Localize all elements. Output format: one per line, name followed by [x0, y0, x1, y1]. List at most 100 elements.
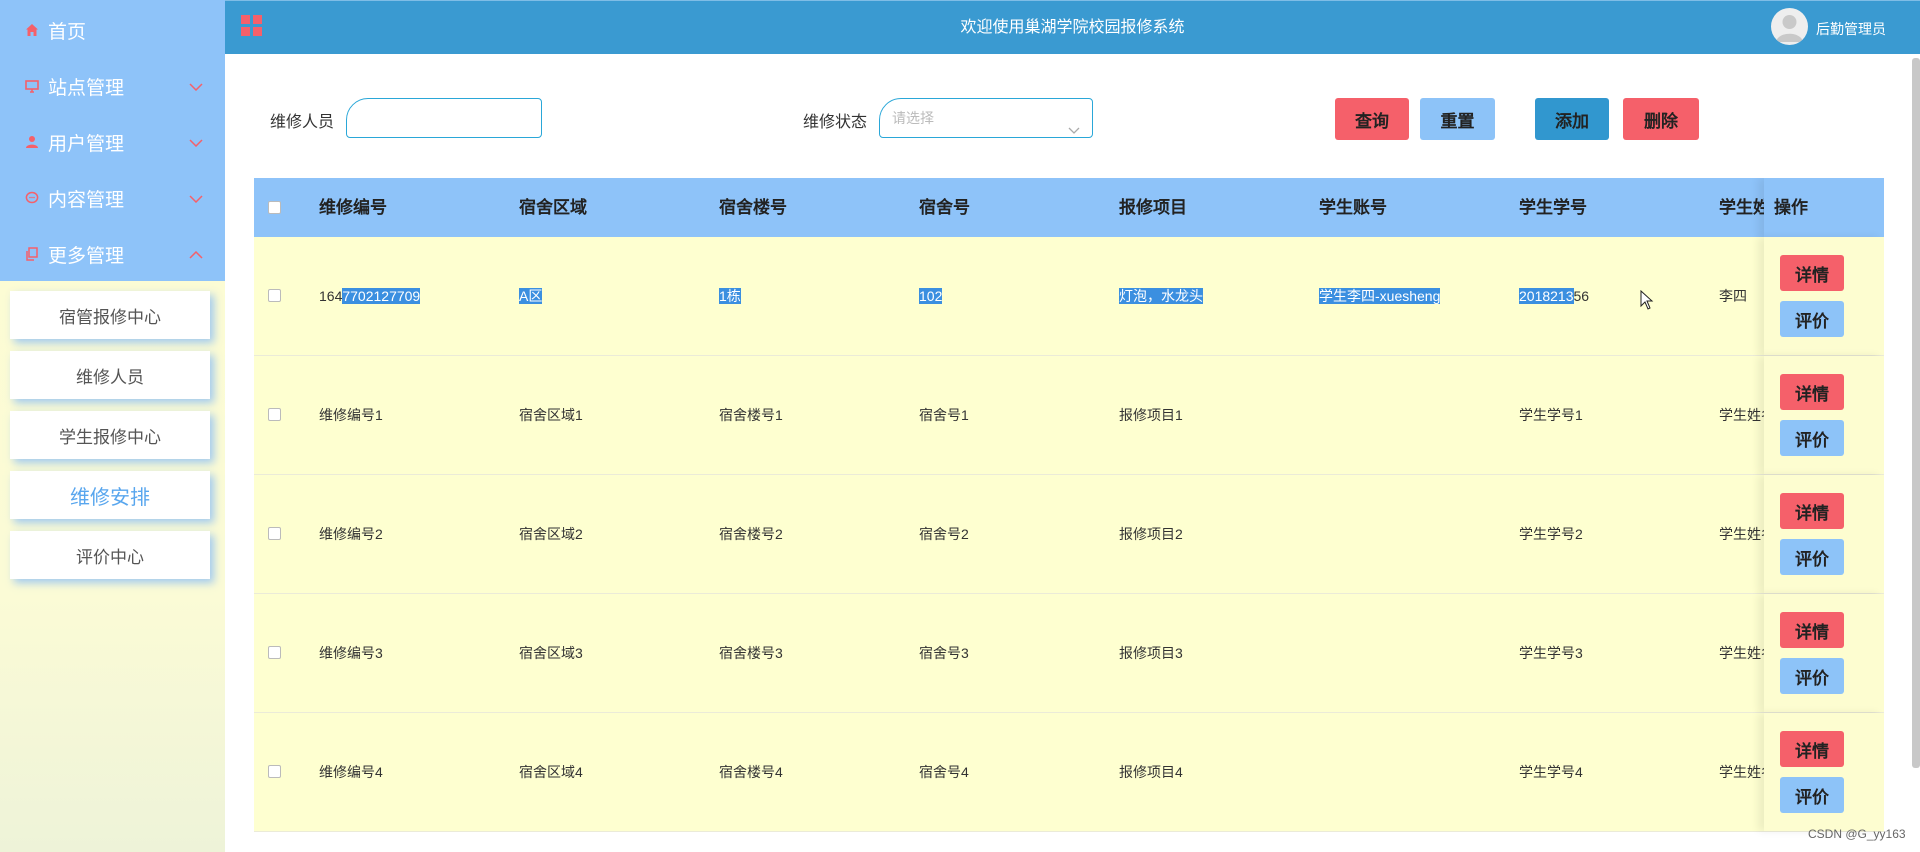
cell-dorm-area: 宿舍区域3	[519, 645, 583, 661]
menu-item-site[interactable]: 站点管理	[0, 58, 225, 114]
chevron-down-icon	[189, 75, 203, 97]
row-checkbox[interactable]	[268, 289, 281, 302]
cell-dorm-area: 宿舍区域2	[519, 526, 583, 542]
worker-search-input[interactable]	[346, 98, 542, 138]
cell-student-account-text: 学生李四-xuesheng	[1319, 288, 1441, 304]
top-header: 欢迎使用巢湖学院校园报修系统 后勤管理员	[225, 0, 1920, 54]
submenu-item-review-center[interactable]: 评价中心	[10, 531, 210, 579]
col-header-dorm-area[interactable]: 宿舍区域	[519, 178, 587, 237]
cell-dorm-area-text: A区	[519, 288, 543, 304]
status-select-placeholder: 请选择	[892, 110, 934, 126]
submenu-item-repair-schedule[interactable]: 维修安排	[10, 471, 210, 519]
col-header-repair-item[interactable]: 报修项目	[1119, 178, 1187, 237]
row-checkbox[interactable]	[268, 646, 281, 659]
sidebar-menu: 首页 站点管理 用户管理 内容管理 更多管理	[0, 0, 225, 281]
cell-room: 宿舍号2	[919, 526, 969, 542]
submenu-item-repair-workers[interactable]: 维修人员	[10, 351, 210, 399]
row-checkbox[interactable]	[268, 408, 281, 421]
row-ops: 详情 评价	[1764, 356, 1884, 474]
chevron-down-icon	[189, 187, 203, 209]
review-button[interactable]: 评价	[1780, 777, 1844, 813]
ops-column-header: 操作	[1764, 178, 1884, 237]
row-ops: 详情 评价	[1764, 237, 1884, 355]
table-body: 1647702127709 A区 1栋 102 灯泡，水龙头 学生李四-xues…	[254, 237, 1884, 832]
table-row[interactable]: 维修编号1 宿舍区域1 宿舍楼号1 宿舍号1 报修项目1 学生学号1 学生姓名1…	[254, 356, 1884, 475]
page-title: 欢迎使用巢湖学院校园报修系统	[960, 19, 1185, 36]
col-header-room[interactable]: 宿舍号	[919, 178, 970, 237]
cell-repair-id: 1647702127709	[319, 237, 421, 355]
cell-room: 102	[919, 237, 943, 355]
cell-student-no: 学生学号4	[1519, 764, 1583, 780]
cell-student-no-rest: 56	[1573, 288, 1590, 304]
detail-button[interactable]: 详情	[1780, 612, 1844, 648]
select-all-checkbox[interactable]	[268, 201, 281, 214]
menu-item-content[interactable]: 内容管理	[0, 170, 225, 226]
cell-repair-id-prefix: 164	[319, 288, 343, 304]
monitor-icon	[24, 78, 40, 94]
detail-button[interactable]: 详情	[1780, 374, 1844, 410]
menu-item-more[interactable]: 更多管理	[0, 226, 225, 282]
cell-repair-id-selected: 7702127709	[342, 288, 421, 304]
col-header-student-name[interactable]: 学生姓	[1719, 178, 1770, 237]
submenu-item-dorm-repair-center[interactable]: 宿管报修中心	[10, 291, 210, 339]
cell-repair-item: 报修项目2	[1119, 526, 1183, 542]
cell-student-no: 学生学号1	[1519, 407, 1583, 423]
status-label: 维修状态	[803, 114, 868, 131]
cell-building: 宿舍楼号1	[719, 407, 783, 423]
cell-dorm-area: 宿舍区域4	[519, 764, 583, 780]
chevron-up-icon	[189, 243, 203, 265]
cell-dorm-area: A区	[519, 237, 543, 355]
detail-button[interactable]: 详情	[1780, 255, 1844, 291]
cell-building: 宿舍楼号4	[719, 764, 783, 780]
col-header-student-account[interactable]: 学生账号	[1319, 178, 1387, 237]
cell-building-text: 1栋	[719, 288, 741, 304]
cell-repair-item: 报修项目3	[1119, 645, 1183, 661]
reset-button[interactable]: 重置	[1420, 98, 1495, 140]
col-header-student-no[interactable]: 学生学号	[1519, 178, 1587, 237]
review-button[interactable]: 评价	[1780, 658, 1844, 694]
row-checkbox[interactable]	[268, 765, 281, 778]
worker-label: 维修人员	[270, 114, 335, 131]
row-ops: 详情 评价	[1764, 594, 1884, 712]
cell-dorm-area: 宿舍区域1	[519, 407, 583, 423]
user-icon	[24, 134, 40, 150]
row-checkbox[interactable]	[268, 527, 281, 540]
query-button[interactable]: 查询	[1335, 98, 1409, 140]
col-header-repair-id[interactable]: 维修编号	[319, 178, 387, 237]
sidebar: 首页 站点管理 用户管理 内容管理 更多管理 宿管报修中心 维修人员 学生报修中…	[0, 0, 225, 852]
repair-table: 维修编号 宿舍区域 宿舍楼号 宿舍号 报修项目 学生账号 学生学号 学生姓 操作…	[254, 178, 1884, 852]
cell-student-name: 李四	[1719, 288, 1747, 304]
review-button[interactable]: 评价	[1780, 539, 1844, 575]
table-row[interactable]: 维修编号4 宿舍区域4 宿舍楼号4 宿舍号4 报修项目4 学生学号4 学生姓名4…	[254, 713, 1884, 832]
delete-button[interactable]: 删除	[1623, 98, 1699, 140]
cell-repair-id: 维修编号1	[319, 407, 383, 423]
review-button[interactable]: 评价	[1780, 301, 1844, 337]
menu-item-user[interactable]: 用户管理	[0, 114, 225, 170]
menu-item-home[interactable]: 首页	[0, 2, 225, 58]
cell-student-no-selected: 2018213	[1519, 288, 1574, 304]
mouse-cursor-icon	[1640, 289, 1654, 315]
vertical-scrollbar[interactable]	[1912, 58, 1920, 768]
current-user-name[interactable]: 后勤管理员	[1816, 1, 1886, 57]
submenu-item-student-repair-center[interactable]: 学生报修中心	[10, 411, 210, 459]
table-row[interactable]: 维修编号3 宿舍区域3 宿舍楼号3 宿舍号3 报修项目3 学生学号3 学生姓名3…	[254, 594, 1884, 713]
row-ops: 详情 评价	[1764, 475, 1884, 593]
cell-repair-item: 报修项目1	[1119, 407, 1183, 423]
add-button[interactable]: 添加	[1535, 98, 1609, 140]
cell-student-account: 学生李四-xuesheng	[1319, 237, 1441, 355]
detail-button[interactable]: 详情	[1780, 493, 1844, 529]
table-row[interactable]: 维修编号2 宿舍区域2 宿舍楼号2 宿舍号2 报修项目2 学生学号2 学生姓名2…	[254, 475, 1884, 594]
chevron-down-icon	[189, 131, 203, 153]
chat-icon	[24, 190, 40, 206]
cell-repair-item: 报修项目4	[1119, 764, 1183, 780]
watermark: CSDN @G_yy163	[1808, 827, 1906, 841]
status-select[interactable]: 请选择	[879, 98, 1093, 138]
detail-button[interactable]: 详情	[1780, 731, 1844, 767]
cell-room: 宿舍号3	[919, 645, 969, 661]
menu-label-site: 站点管理	[48, 77, 125, 99]
col-header-building[interactable]: 宿舍楼号	[719, 178, 787, 237]
avatar[interactable]	[1771, 8, 1808, 45]
cell-repair-item: 灯泡，水龙头	[1119, 237, 1203, 355]
review-button[interactable]: 评价	[1780, 420, 1844, 456]
cell-repair-id: 维修编号3	[319, 645, 383, 661]
